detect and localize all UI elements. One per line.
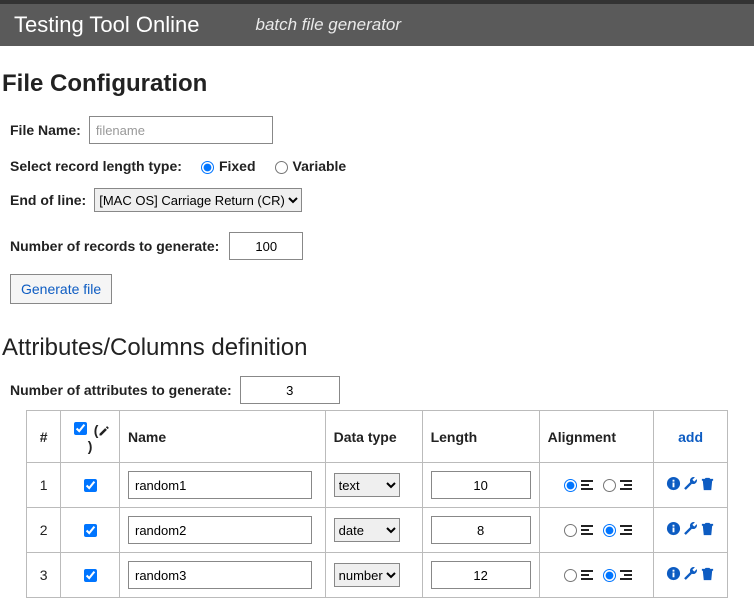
row-name-input[interactable] (128, 516, 312, 544)
topbar: Testing Tool Online batch file generator (0, 4, 754, 46)
align-right-radio[interactable] (603, 524, 616, 537)
row-check-cell (61, 553, 120, 598)
align-left-icon (580, 568, 594, 582)
row-name-cell (119, 508, 325, 553)
align-right-icon (619, 478, 633, 492)
row-type-select[interactable]: text (334, 473, 400, 497)
row-length-input[interactable] (431, 516, 531, 544)
row-alignment-cell (539, 508, 654, 553)
col-header-name: Name (119, 411, 325, 463)
attrs-table: # () Name Data type Length Alignment add… (26, 410, 728, 598)
trash-icon[interactable] (700, 476, 715, 491)
row-length-cell (422, 553, 539, 598)
header-edit-paren: () (88, 422, 111, 454)
row-actions-cell (654, 508, 728, 553)
num-records-label: Number of records to generate: (10, 238, 219, 254)
num-attrs-input[interactable] (240, 376, 340, 404)
row-name-input[interactable] (128, 471, 312, 499)
file-config-heading: File Configuration (2, 70, 754, 98)
record-type-row: Select record length type: Fixed Variabl… (10, 158, 754, 174)
row-actions-cell (654, 463, 728, 508)
row-alignment-cell (539, 463, 654, 508)
pencil-icon (98, 425, 110, 437)
col-header-length: Length (422, 411, 539, 463)
table-row: 1 text (27, 463, 728, 508)
align-left-icon (580, 478, 594, 492)
attrs-heading: Attributes/Columns definition (2, 334, 754, 362)
info-icon[interactable] (666, 566, 681, 581)
eol-select[interactable]: [MAC OS] Carriage Return (CR) (94, 188, 302, 212)
num-attrs-label: Number of attributes to generate: (10, 382, 232, 398)
row-check-cell (61, 463, 120, 508)
align-left-icon (580, 523, 594, 537)
app-subtitle: batch file generator (256, 15, 402, 35)
align-right-icon (619, 523, 633, 537)
col-header-check: () (61, 411, 120, 463)
row-checkbox[interactable] (84, 569, 97, 582)
generate-file-button[interactable]: Generate file (10, 274, 112, 304)
row-alignment-cell (539, 553, 654, 598)
num-attrs-row: Number of attributes to generate: (0, 376, 754, 404)
num-records-input[interactable] (229, 232, 303, 260)
table-row: 3 number (27, 553, 728, 598)
row-number: 3 (27, 553, 61, 598)
col-header-add: add (654, 411, 728, 463)
align-left-radio[interactable] (564, 569, 577, 582)
align-right-radio[interactable] (603, 569, 616, 582)
row-checkbox[interactable] (84, 479, 97, 492)
filename-input[interactable] (89, 116, 273, 144)
col-header-alignment: Alignment (539, 411, 654, 463)
table-header-row: # () Name Data type Length Alignment add (27, 411, 728, 463)
row-type-cell: date (325, 508, 422, 553)
align-left-radio[interactable] (564, 479, 577, 492)
file-config-block: File Name: Select record length type: Fi… (0, 116, 754, 304)
row-actions-cell (654, 553, 728, 598)
num-records-row: Number of records to generate: (10, 232, 754, 260)
app-title: Testing Tool Online (14, 12, 200, 38)
row-check-cell (61, 508, 120, 553)
row-name-input[interactable] (128, 561, 312, 589)
row-length-input[interactable] (431, 471, 531, 499)
row-type-cell: number (325, 553, 422, 598)
table-row: 2 date (27, 508, 728, 553)
record-type-label: Select record length type: (10, 158, 182, 174)
row-number: 1 (27, 463, 61, 508)
wrench-icon[interactable] (683, 521, 698, 536)
filename-label: File Name: (10, 122, 81, 138)
row-length-input[interactable] (431, 561, 531, 589)
eol-label: End of line: (10, 192, 86, 208)
row-number: 2 (27, 508, 61, 553)
filename-row: File Name: (10, 116, 754, 144)
row-type-cell: text (325, 463, 422, 508)
add-link[interactable]: add (678, 429, 703, 445)
record-type-variable-label: Variable (293, 158, 347, 174)
eol-row: End of line: [MAC OS] Carriage Return (C… (10, 188, 754, 212)
row-length-cell (422, 508, 539, 553)
col-header-num: # (27, 411, 61, 463)
row-checkbox[interactable] (84, 524, 97, 537)
col-header-type: Data type (325, 411, 422, 463)
info-icon[interactable] (666, 521, 681, 536)
trash-icon[interactable] (700, 521, 715, 536)
header-checkbox[interactable] (74, 422, 87, 435)
wrench-icon[interactable] (683, 566, 698, 581)
row-type-select[interactable]: number (334, 563, 400, 587)
row-name-cell (119, 463, 325, 508)
trash-icon[interactable] (700, 566, 715, 581)
align-left-radio[interactable] (564, 524, 577, 537)
row-type-select[interactable]: date (334, 518, 400, 542)
wrench-icon[interactable] (683, 476, 698, 491)
align-right-icon (619, 568, 633, 582)
align-right-radio[interactable] (603, 479, 616, 492)
record-type-fixed-radio[interactable] (201, 161, 214, 174)
record-type-fixed-label: Fixed (219, 158, 256, 174)
record-type-variable-radio[interactable] (275, 161, 288, 174)
info-icon[interactable] (666, 476, 681, 491)
row-name-cell (119, 553, 325, 598)
row-length-cell (422, 463, 539, 508)
